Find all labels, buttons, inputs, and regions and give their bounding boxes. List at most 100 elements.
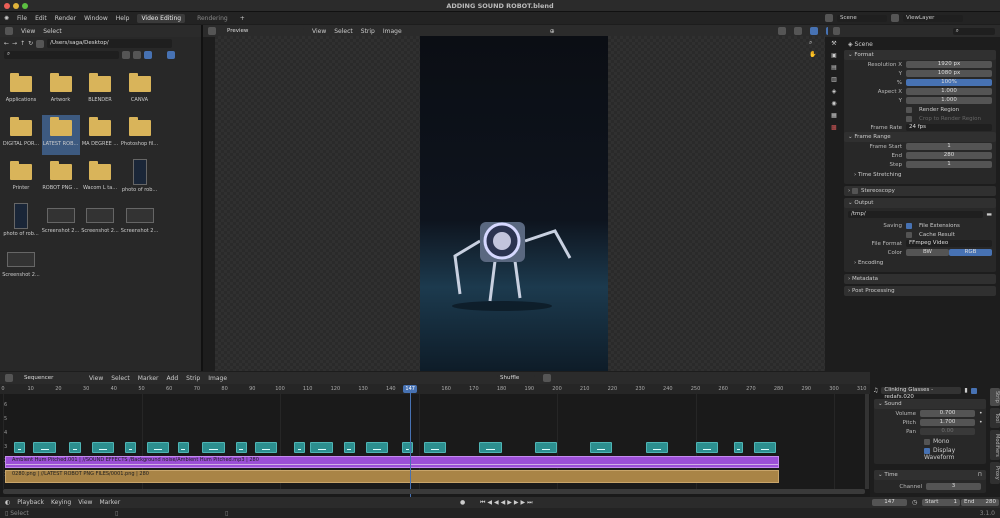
- render-region-checkbox[interactable]: [906, 106, 912, 113]
- file-item[interactable]: LATEST ROB...: [41, 115, 80, 155]
- playhead-frame-label[interactable]: 147: [403, 385, 418, 393]
- resolution-y-field[interactable]: 1080 px: [906, 70, 992, 77]
- resolution-percent-field[interactable]: 100%: [906, 79, 992, 86]
- scene-selector[interactable]: Scene: [837, 14, 887, 22]
- color-mode-option[interactable]: BW: [906, 249, 949, 256]
- volume-field[interactable]: 0.700: [920, 410, 975, 417]
- strip-name-input[interactable]: Clinking Glasses - redafs.020: [881, 387, 962, 400]
- sound-strip[interactable]: [255, 442, 278, 453]
- pivot-icon[interactable]: ⊕: [550, 28, 555, 35]
- collection-tab-icon[interactable]: ▦: [831, 112, 837, 119]
- menu-strip[interactable]: Strip: [361, 28, 375, 35]
- pan-field[interactable]: 0.00: [920, 428, 975, 435]
- file-item[interactable]: Printer: [2, 159, 40, 199]
- file-item[interactable]: Screenshot 2...: [42, 203, 80, 243]
- zoom-icon[interactable]: ⌕: [809, 39, 823, 47]
- thumbnail-view-icon[interactable]: [144, 51, 152, 59]
- menu-select[interactable]: Select: [334, 28, 353, 35]
- sound-strip[interactable]: [401, 442, 413, 453]
- sound-strip[interactable]: [734, 442, 743, 453]
- file-item[interactable]: Screenshot 2...: [2, 247, 40, 287]
- start-frame-field[interactable]: Start 1: [922, 499, 960, 506]
- texture-tab-icon[interactable]: ▩: [831, 124, 837, 131]
- post-processing-panel-header[interactable]: › Post Processing: [844, 286, 996, 296]
- view-layer-tab-icon[interactable]: ▥: [831, 76, 837, 83]
- folder-browse-icon[interactable]: ▬: [986, 211, 992, 218]
- channel-field[interactable]: 3: [926, 483, 981, 490]
- file-item[interactable]: photo of rob...: [121, 159, 159, 199]
- sidebar-tab-proxy[interactable]: Proxy: [990, 462, 1000, 484]
- image-strip[interactable]: 0280.png | //LATEST ROBOT PNG FILES/0001…: [5, 470, 779, 483]
- sound-strip[interactable]: [343, 442, 355, 453]
- gizmo-icon[interactable]: [794, 27, 802, 35]
- sound-strip[interactable]: [645, 442, 668, 453]
- menu-select[interactable]: Select: [43, 28, 62, 35]
- menu-keying[interactable]: Keying: [51, 499, 71, 506]
- parent-dir-icon[interactable]: ↑: [20, 40, 25, 47]
- world-tab-icon[interactable]: ◉: [831, 100, 836, 107]
- sound-strip[interactable]: [753, 442, 776, 453]
- lock-icon[interactable]: ⊓: [978, 472, 982, 478]
- current-frame-field[interactable]: 147: [872, 499, 907, 506]
- menu-marker[interactable]: Marker: [99, 499, 120, 506]
- color-mode-toggle[interactable]: BW RGB: [906, 249, 992, 256]
- overlap-mode-dropdown[interactable]: Shuffle: [497, 374, 536, 382]
- menu-edit[interactable]: Edit: [35, 15, 47, 22]
- menu-window[interactable]: Window: [84, 15, 108, 22]
- menu-image[interactable]: Image: [208, 375, 227, 382]
- sound-strip[interactable]: [695, 442, 718, 453]
- display-mode-icon[interactable]: [122, 51, 130, 59]
- frame-ruler[interactable]: [0, 384, 870, 394]
- sound-strip[interactable]: [124, 442, 136, 453]
- sound-panel-header[interactable]: ⌄ Sound: [874, 399, 986, 409]
- menu-view[interactable]: View: [21, 28, 35, 35]
- frame-start-field[interactable]: 1: [906, 143, 992, 150]
- tab-video-editing[interactable]: Video Editing: [137, 13, 186, 23]
- sound-strip[interactable]: [293, 442, 305, 453]
- sort-icon[interactable]: [133, 51, 141, 59]
- properties-search-input[interactable]: ⌕: [952, 27, 995, 35]
- menu-help[interactable]: Help: [116, 15, 130, 22]
- sound-strip[interactable]: [365, 442, 389, 453]
- sound-strip[interactable]: [147, 442, 170, 453]
- format-panel-header[interactable]: ⌄ Format: [844, 50, 996, 60]
- file-item[interactable]: photo of rob...: [2, 203, 40, 243]
- file-item[interactable]: Applications: [2, 71, 40, 111]
- aspect-x-field[interactable]: 1.000: [906, 88, 992, 95]
- menu-playback[interactable]: Playback: [17, 499, 44, 506]
- encoding-subpanel[interactable]: › Encoding: [844, 257, 996, 269]
- sound-strip[interactable]: [14, 442, 26, 453]
- playback-controls[interactable]: ⏮◀◀◀▶▶▶⏭: [480, 499, 535, 507]
- resolution-x-field[interactable]: 1920 px: [906, 61, 992, 68]
- file-item[interactable]: DIGITAL POR...: [2, 115, 40, 155]
- scene-tab-icon[interactable]: ◈: [832, 88, 837, 95]
- menu-image[interactable]: Image: [383, 28, 402, 35]
- menu-file[interactable]: File: [17, 15, 27, 22]
- file-extensions-checkbox[interactable]: [906, 222, 912, 229]
- file-item[interactable]: CANVA: [121, 71, 159, 111]
- audio-strip[interactable]: Ambient Hum Pitched.001 | //SOUND EFFECT…: [5, 456, 779, 468]
- hand-pan-icon[interactable]: ✋: [809, 51, 823, 58]
- tool-tab-icon[interactable]: ⚒: [831, 40, 836, 47]
- stereoscopy-panel-header[interactable]: › Stereoscopy: [844, 186, 996, 196]
- sound-strip[interactable]: [424, 442, 447, 453]
- sound-strip[interactable]: [33, 442, 56, 453]
- time-stretching-subpanel[interactable]: › Time Stretching: [844, 169, 996, 181]
- output-panel-header[interactable]: ⌄ Output: [844, 198, 996, 208]
- file-item[interactable]: Wacom L ta...: [81, 159, 119, 199]
- render-tab-icon[interactable]: ▣: [831, 52, 837, 59]
- sound-strip[interactable]: [479, 442, 502, 453]
- editor-type-icon[interactable]: [5, 374, 13, 382]
- crop-region-checkbox[interactable]: [906, 115, 912, 122]
- color-mode-option[interactable]: RGB: [949, 249, 992, 256]
- cache-result-checkbox[interactable]: [906, 231, 912, 238]
- file-item[interactable]: Screenshot 2...: [81, 203, 119, 243]
- sequencer-mode-dropdown[interactable]: Sequencer: [21, 374, 81, 382]
- folder-icon[interactable]: [5, 27, 13, 35]
- time-panel-header[interactable]: ⌄ Time ⊓: [874, 470, 986, 480]
- menu-render[interactable]: Render: [55, 15, 76, 22]
- file-item[interactable]: Screenshot 2...: [121, 203, 159, 243]
- file-item[interactable]: BLENDER: [81, 71, 119, 111]
- sound-strip[interactable]: [590, 442, 613, 453]
- file-item[interactable]: Photoshop fil...: [121, 115, 159, 155]
